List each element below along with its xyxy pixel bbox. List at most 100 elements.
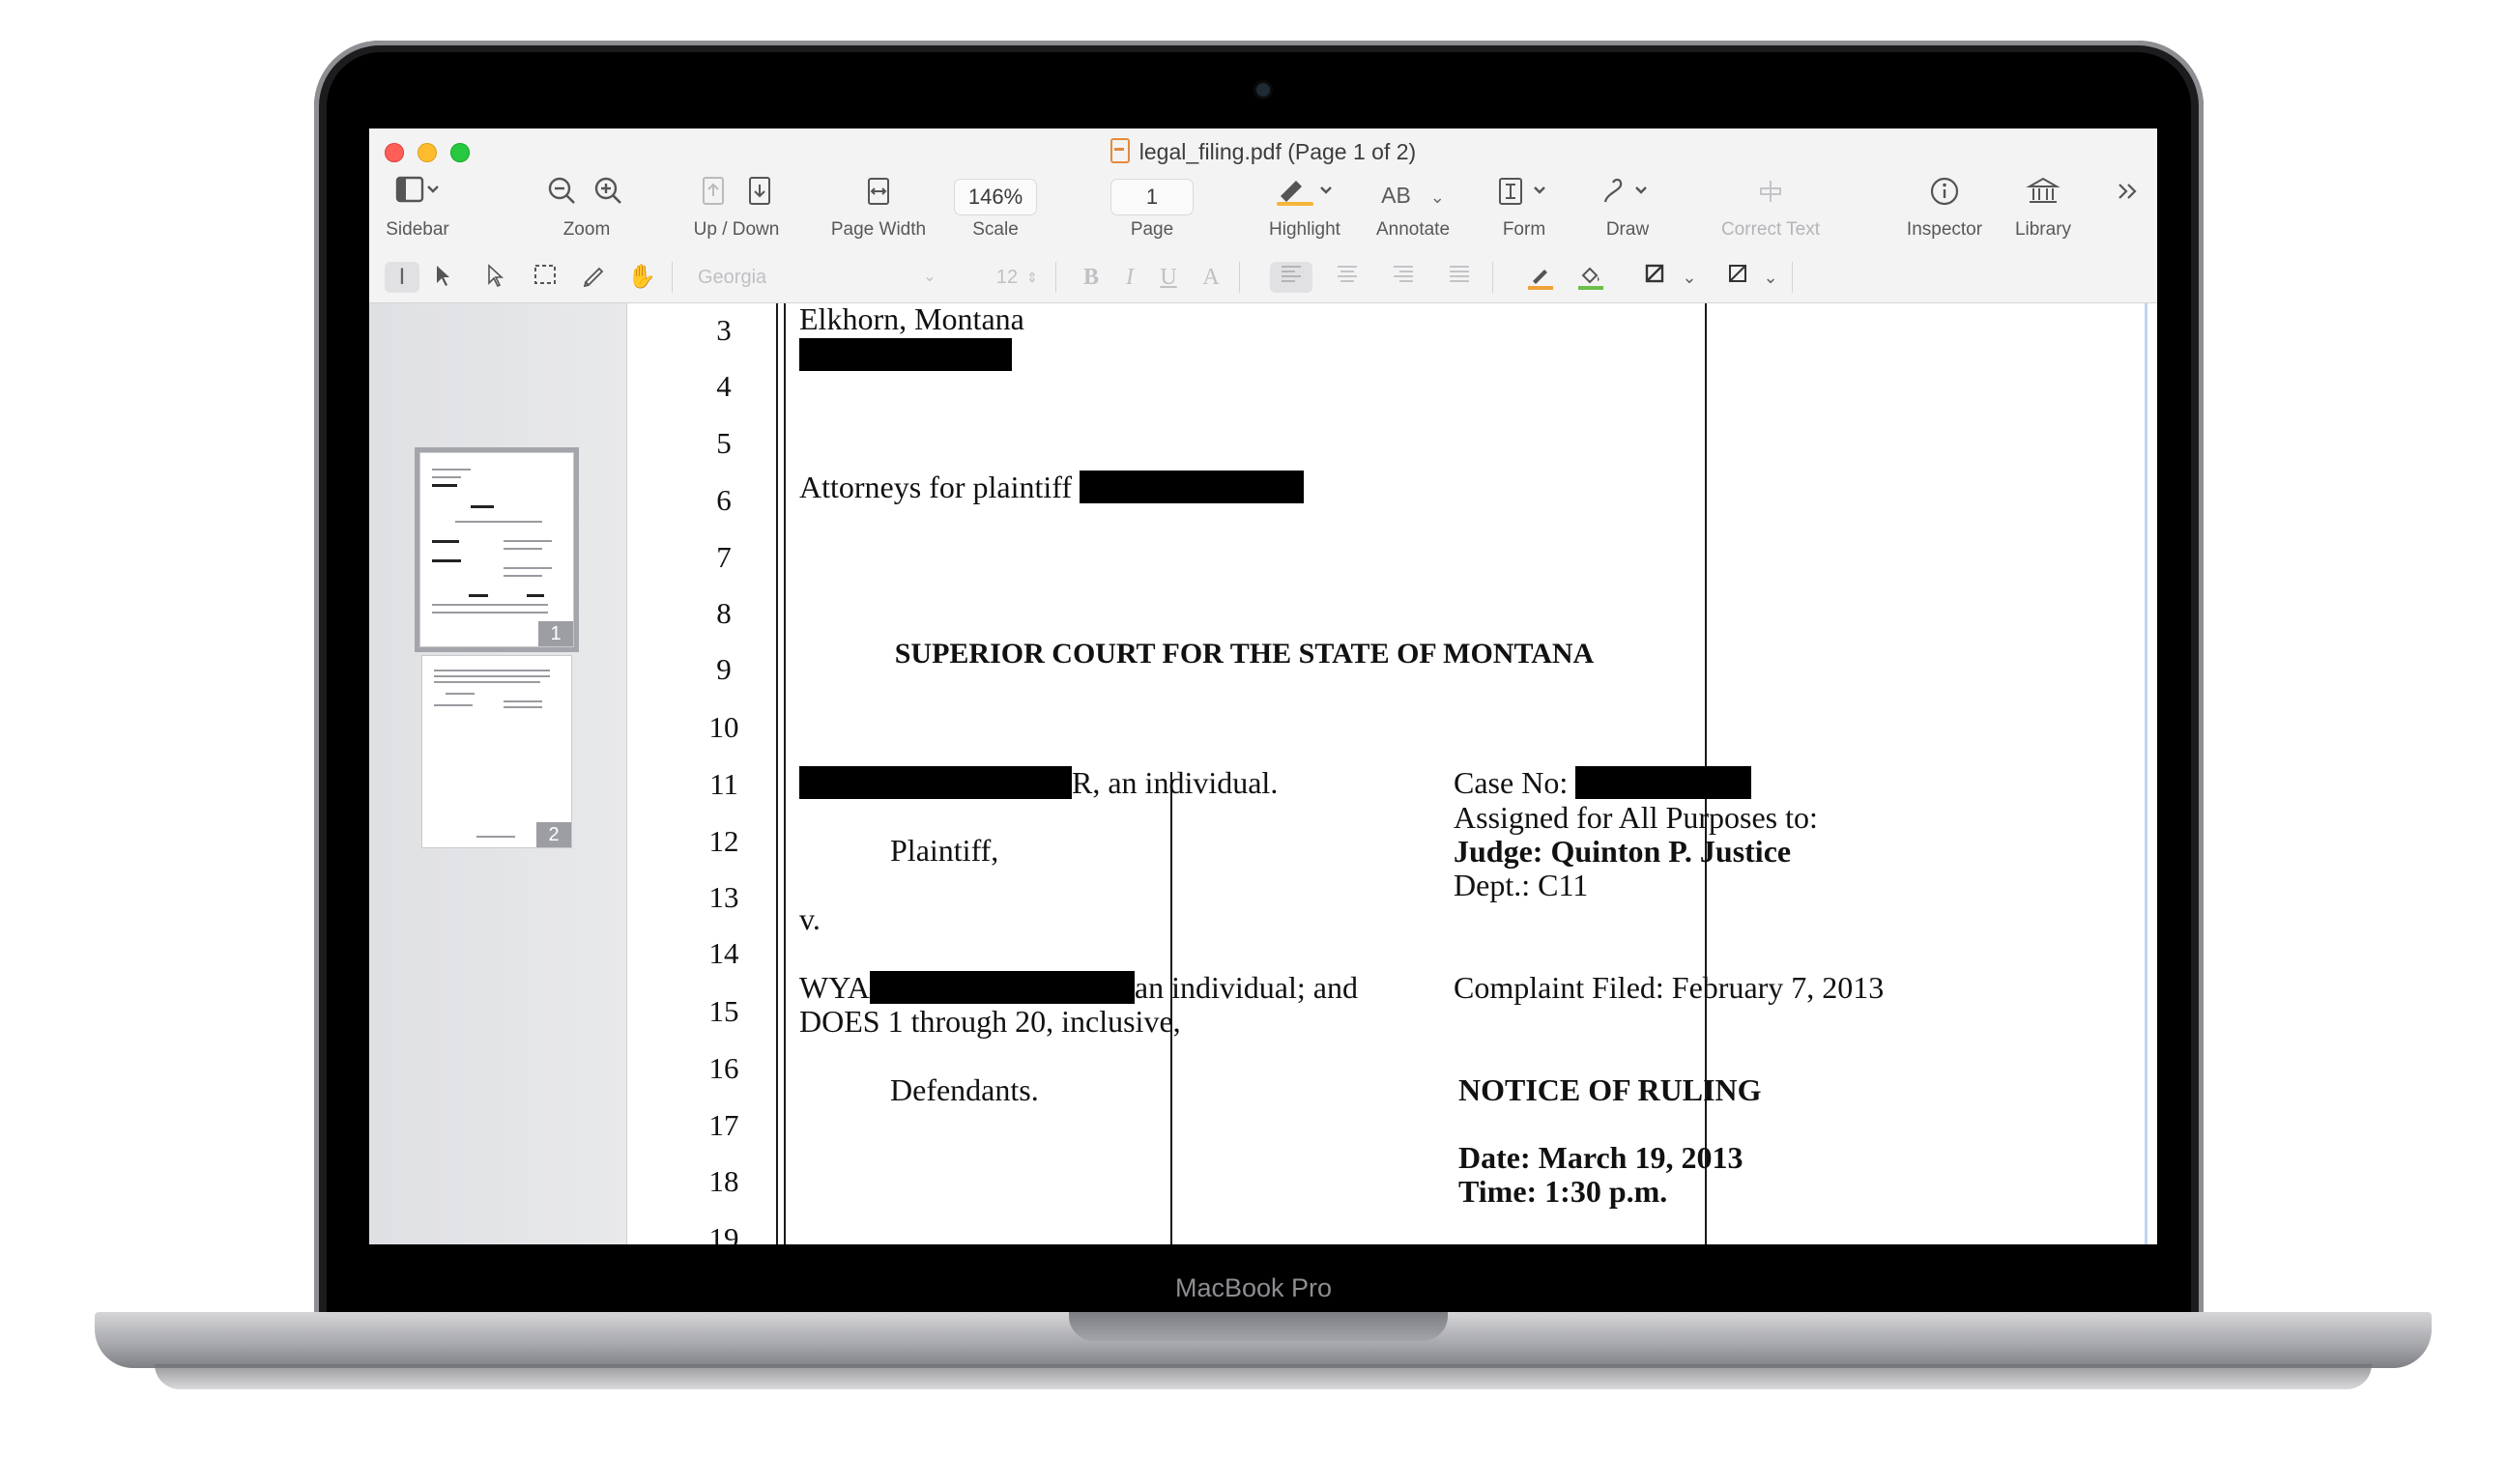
draw-label: Draw <box>1605 219 1650 240</box>
complaint-filed-text: Complaint Filed: February 7, 2013 <box>1454 970 1885 1005</box>
case-number-line: Case No: <box>1454 765 1752 801</box>
annotate-text-icon: AB <box>1381 183 1411 208</box>
chevron-down-icon: ⌄ <box>923 269 937 285</box>
line-number: 7 <box>716 540 732 574</box>
line-number: 13 <box>708 880 739 914</box>
bold-button[interactable]: B <box>1077 262 1106 293</box>
scale-field[interactable]: 146% <box>953 179 1038 215</box>
plaintiff-line: R, an individual. <box>799 765 1278 801</box>
annotate-label: Annotate <box>1375 219 1451 240</box>
highlight-button[interactable]: Highlight <box>1249 175 1361 252</box>
line-number: 17 <box>708 1108 739 1142</box>
defendant-suffix: an individual; and <box>1134 970 1358 1005</box>
highlighter-icon <box>1249 175 1361 215</box>
zoom-in-icon[interactable] <box>591 175 629 208</box>
font-name-select[interactable]: Georgia <box>698 262 794 293</box>
form-label: Form <box>1502 219 1546 240</box>
line-number: 11 <box>709 767 738 801</box>
judge-name: Judge: Quinton P. Justice <box>1454 834 1792 869</box>
text-style-icon[interactable] <box>1720 262 1755 293</box>
zoom-out-icon[interactable] <box>544 175 583 208</box>
page-thumbnail-1[interactable]: 1 <box>419 452 574 647</box>
draw-button[interactable]: Draw <box>1579 175 1676 252</box>
page-thumbnail-2[interactable]: 2 <box>421 655 572 848</box>
line-number: 8 <box>716 596 732 630</box>
line-number: 6 <box>716 483 732 517</box>
fill-color-icon[interactable] <box>1571 262 1610 293</box>
sidebar-button[interactable]: Sidebar <box>379 175 456 252</box>
chevron-double-right-icon <box>2109 175 2147 215</box>
justify-icon[interactable] <box>1438 262 1481 293</box>
attorneys-line: Attorneys for plaintiff <box>799 470 1305 505</box>
case-no-label: Case No: <box>1454 765 1569 800</box>
inspector-label: Inspector <box>1906 219 1983 240</box>
preview-window: legal_filing.pdf (Page 1 of 2) Sidebar Z… <box>369 128 2157 1244</box>
line-number: 5 <box>716 426 732 460</box>
border-color-icon[interactable] <box>1521 262 1560 293</box>
page-width-button[interactable]: Page Width <box>816 175 941 252</box>
plaintiff-role: Plaintiff, <box>890 833 999 868</box>
chevron-down-icon[interactable]: ⌄ <box>1680 262 1699 293</box>
form-field-icon <box>1476 175 1572 215</box>
library-button[interactable]: Library <box>1995 175 2091 252</box>
page-number-field[interactable]: 1 <box>1109 179 1195 215</box>
document-page[interactable]: 3 4 5 6 7 8 9 10 11 12 13 14 15 16 17 18… <box>627 301 2157 1244</box>
page-thumbnail-number: 2 <box>536 822 571 847</box>
italic-button[interactable]: I <box>1115 262 1144 293</box>
chevron-down-icon: ⌄ <box>1429 187 1445 207</box>
up-down-control[interactable]: Up / Down <box>678 175 794 252</box>
stepper-icon[interactable]: ⇕ <box>1023 262 1042 293</box>
align-right-icon[interactable] <box>1382 262 1425 293</box>
correct-text-button[interactable]: Correct Text <box>1703 175 1838 252</box>
redaction-bar <box>1080 471 1305 503</box>
zoom-control[interactable]: Zoom <box>529 175 645 252</box>
chevron-down-icon[interactable]: ⌄ <box>1761 262 1780 293</box>
align-left-icon[interactable] <box>1270 262 1312 293</box>
align-center-icon[interactable] <box>1326 262 1369 293</box>
page-control[interactable]: 1 Page <box>1094 175 1210 252</box>
line-number: 3 <box>716 313 732 347</box>
page-label: Page <box>1130 219 1174 240</box>
text-color-button[interactable]: A <box>1196 262 1225 293</box>
hearing-time: Time: 1:30 p.m. <box>1458 1174 1668 1209</box>
text-selection-icon[interactable]: I <box>385 262 419 293</box>
hearing-date: Date: March 19, 2013 <box>1458 1140 1743 1175</box>
redaction-bar <box>799 766 1072 799</box>
scale-control[interactable]: 146% Scale <box>941 175 1050 252</box>
sidebar-label: Sidebar <box>386 219 449 240</box>
pdf-file-icon <box>1109 138 1130 163</box>
sidebar-icon <box>379 175 456 215</box>
markup-toolbar: I ✋ Georgia ⌄ 12 ⇕ B I U A ⌄ ⌄ <box>369 254 2157 300</box>
info-icon <box>1891 175 1998 215</box>
more-toolbar-button[interactable] <box>2109 175 2147 252</box>
line-number: 4 <box>716 369 732 403</box>
annotate-button[interactable]: AB ⌄ Annotate <box>1355 175 1471 252</box>
notice-heading: NOTICE OF RULING <box>1458 1072 1762 1107</box>
line-number: 18 <box>708 1164 739 1198</box>
highlight-label: Highlight <box>1269 219 1340 240</box>
underline-button[interactable]: U <box>1154 262 1183 293</box>
page-up-icon[interactable] <box>694 175 733 208</box>
assigned-text: Assigned for All Purposes to: <box>1454 800 1818 835</box>
margin-rule <box>784 303 786 1244</box>
page-width-icon <box>816 175 941 215</box>
defendant-role: Defendants. <box>890 1072 1039 1107</box>
form-button[interactable]: Form <box>1476 175 1572 252</box>
redaction-bar <box>869 971 1135 1004</box>
library-building-icon <box>1995 175 2091 215</box>
select-arrow-outline-icon[interactable] <box>477 262 512 293</box>
font-size-field[interactable]: 12 <box>993 262 1022 293</box>
line-number: 14 <box>708 936 739 970</box>
rectangular-selection-icon[interactable] <box>528 262 562 293</box>
defendant-line: WYA an individual; and <box>799 970 1358 1006</box>
laptop-base-shadow <box>155 1364 2372 1389</box>
shape-style-icon[interactable] <box>1637 262 1672 293</box>
arrow-pointer-icon[interactable] <box>425 262 460 293</box>
line-number: 15 <box>708 994 739 1028</box>
hand-pan-icon[interactable]: ✋ <box>624 262 659 293</box>
page-down-icon[interactable] <box>740 175 779 208</box>
sketch-pen-icon[interactable] <box>576 262 611 293</box>
line-number: 12 <box>708 824 739 858</box>
line-number: 16 <box>708 1051 739 1085</box>
inspector-button[interactable]: Inspector <box>1891 175 1998 252</box>
